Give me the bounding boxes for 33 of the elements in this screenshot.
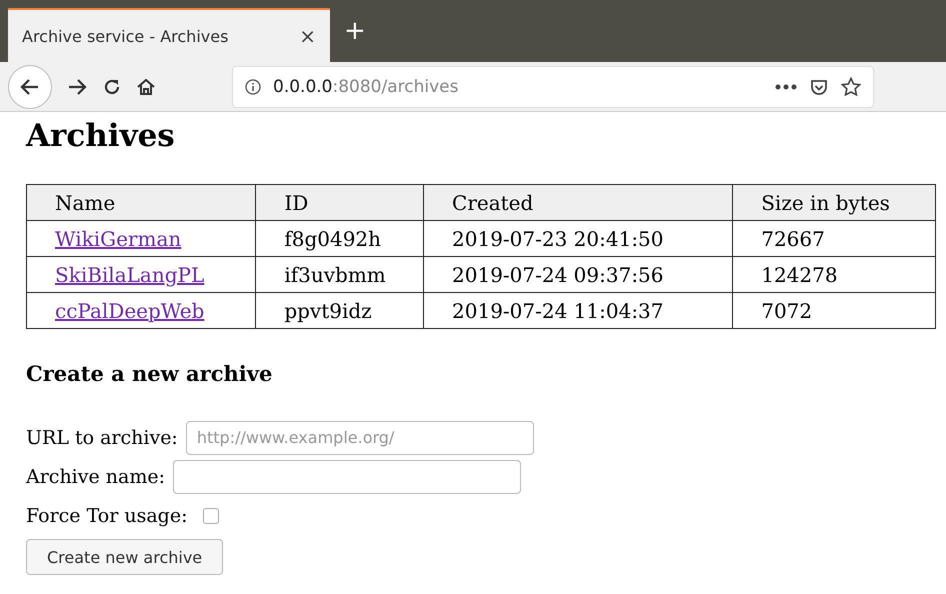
table-cell: 72667 (732, 220, 936, 256)
table-cell: 2019-07-23 20:41:50 (424, 220, 733, 256)
page-title: Archives (26, 118, 176, 154)
url-input[interactable]: http://www.example.org/ (186, 420, 534, 454)
browser-tab[interactable]: Archive service - Archives × (8, 8, 330, 62)
back-button[interactable] (8, 64, 52, 108)
table-cell: ppvt9idz (256, 292, 424, 328)
more-icon[interactable] (775, 84, 797, 90)
field-label: Archive name: (26, 466, 166, 488)
info-icon[interactable] (245, 78, 261, 94)
table-cell: 7072 (732, 292, 936, 328)
field-label: URL to archive: (26, 426, 178, 448)
address-bar[interactable]: 0.0.0.0:8080/archives (232, 66, 874, 108)
table-cell: 2019-07-24 09:37:56 (424, 256, 733, 292)
table-cell: if3uvbmm (256, 256, 424, 292)
url-text: 0.0.0.0:8080/archives (273, 76, 460, 96)
close-tab-icon[interactable]: × (299, 24, 316, 48)
name-input[interactable] (173, 460, 522, 494)
column-header: Name (26, 184, 256, 220)
table-cell: f8g0492h (256, 220, 424, 256)
create-archive-button[interactable]: Create new archive (26, 539, 224, 575)
column-header: Created (424, 184, 733, 220)
column-header: ID (256, 184, 424, 220)
table-cell: 124278 (732, 256, 936, 292)
section-title: Create a new archive (26, 361, 274, 386)
field-label: Force Tor usage: (26, 504, 188, 526)
bookmark-star-icon[interactable] (841, 76, 861, 96)
new-tab-button[interactable]: + (344, 16, 366, 46)
table-cell: 2019-07-24 11:04:37 (424, 292, 733, 328)
home-button[interactable] (136, 76, 156, 96)
tab-title: Archive service - Archives (22, 26, 230, 46)
column-header: Size in bytes (732, 184, 936, 220)
tor-checkbox[interactable] (203, 508, 220, 524)
